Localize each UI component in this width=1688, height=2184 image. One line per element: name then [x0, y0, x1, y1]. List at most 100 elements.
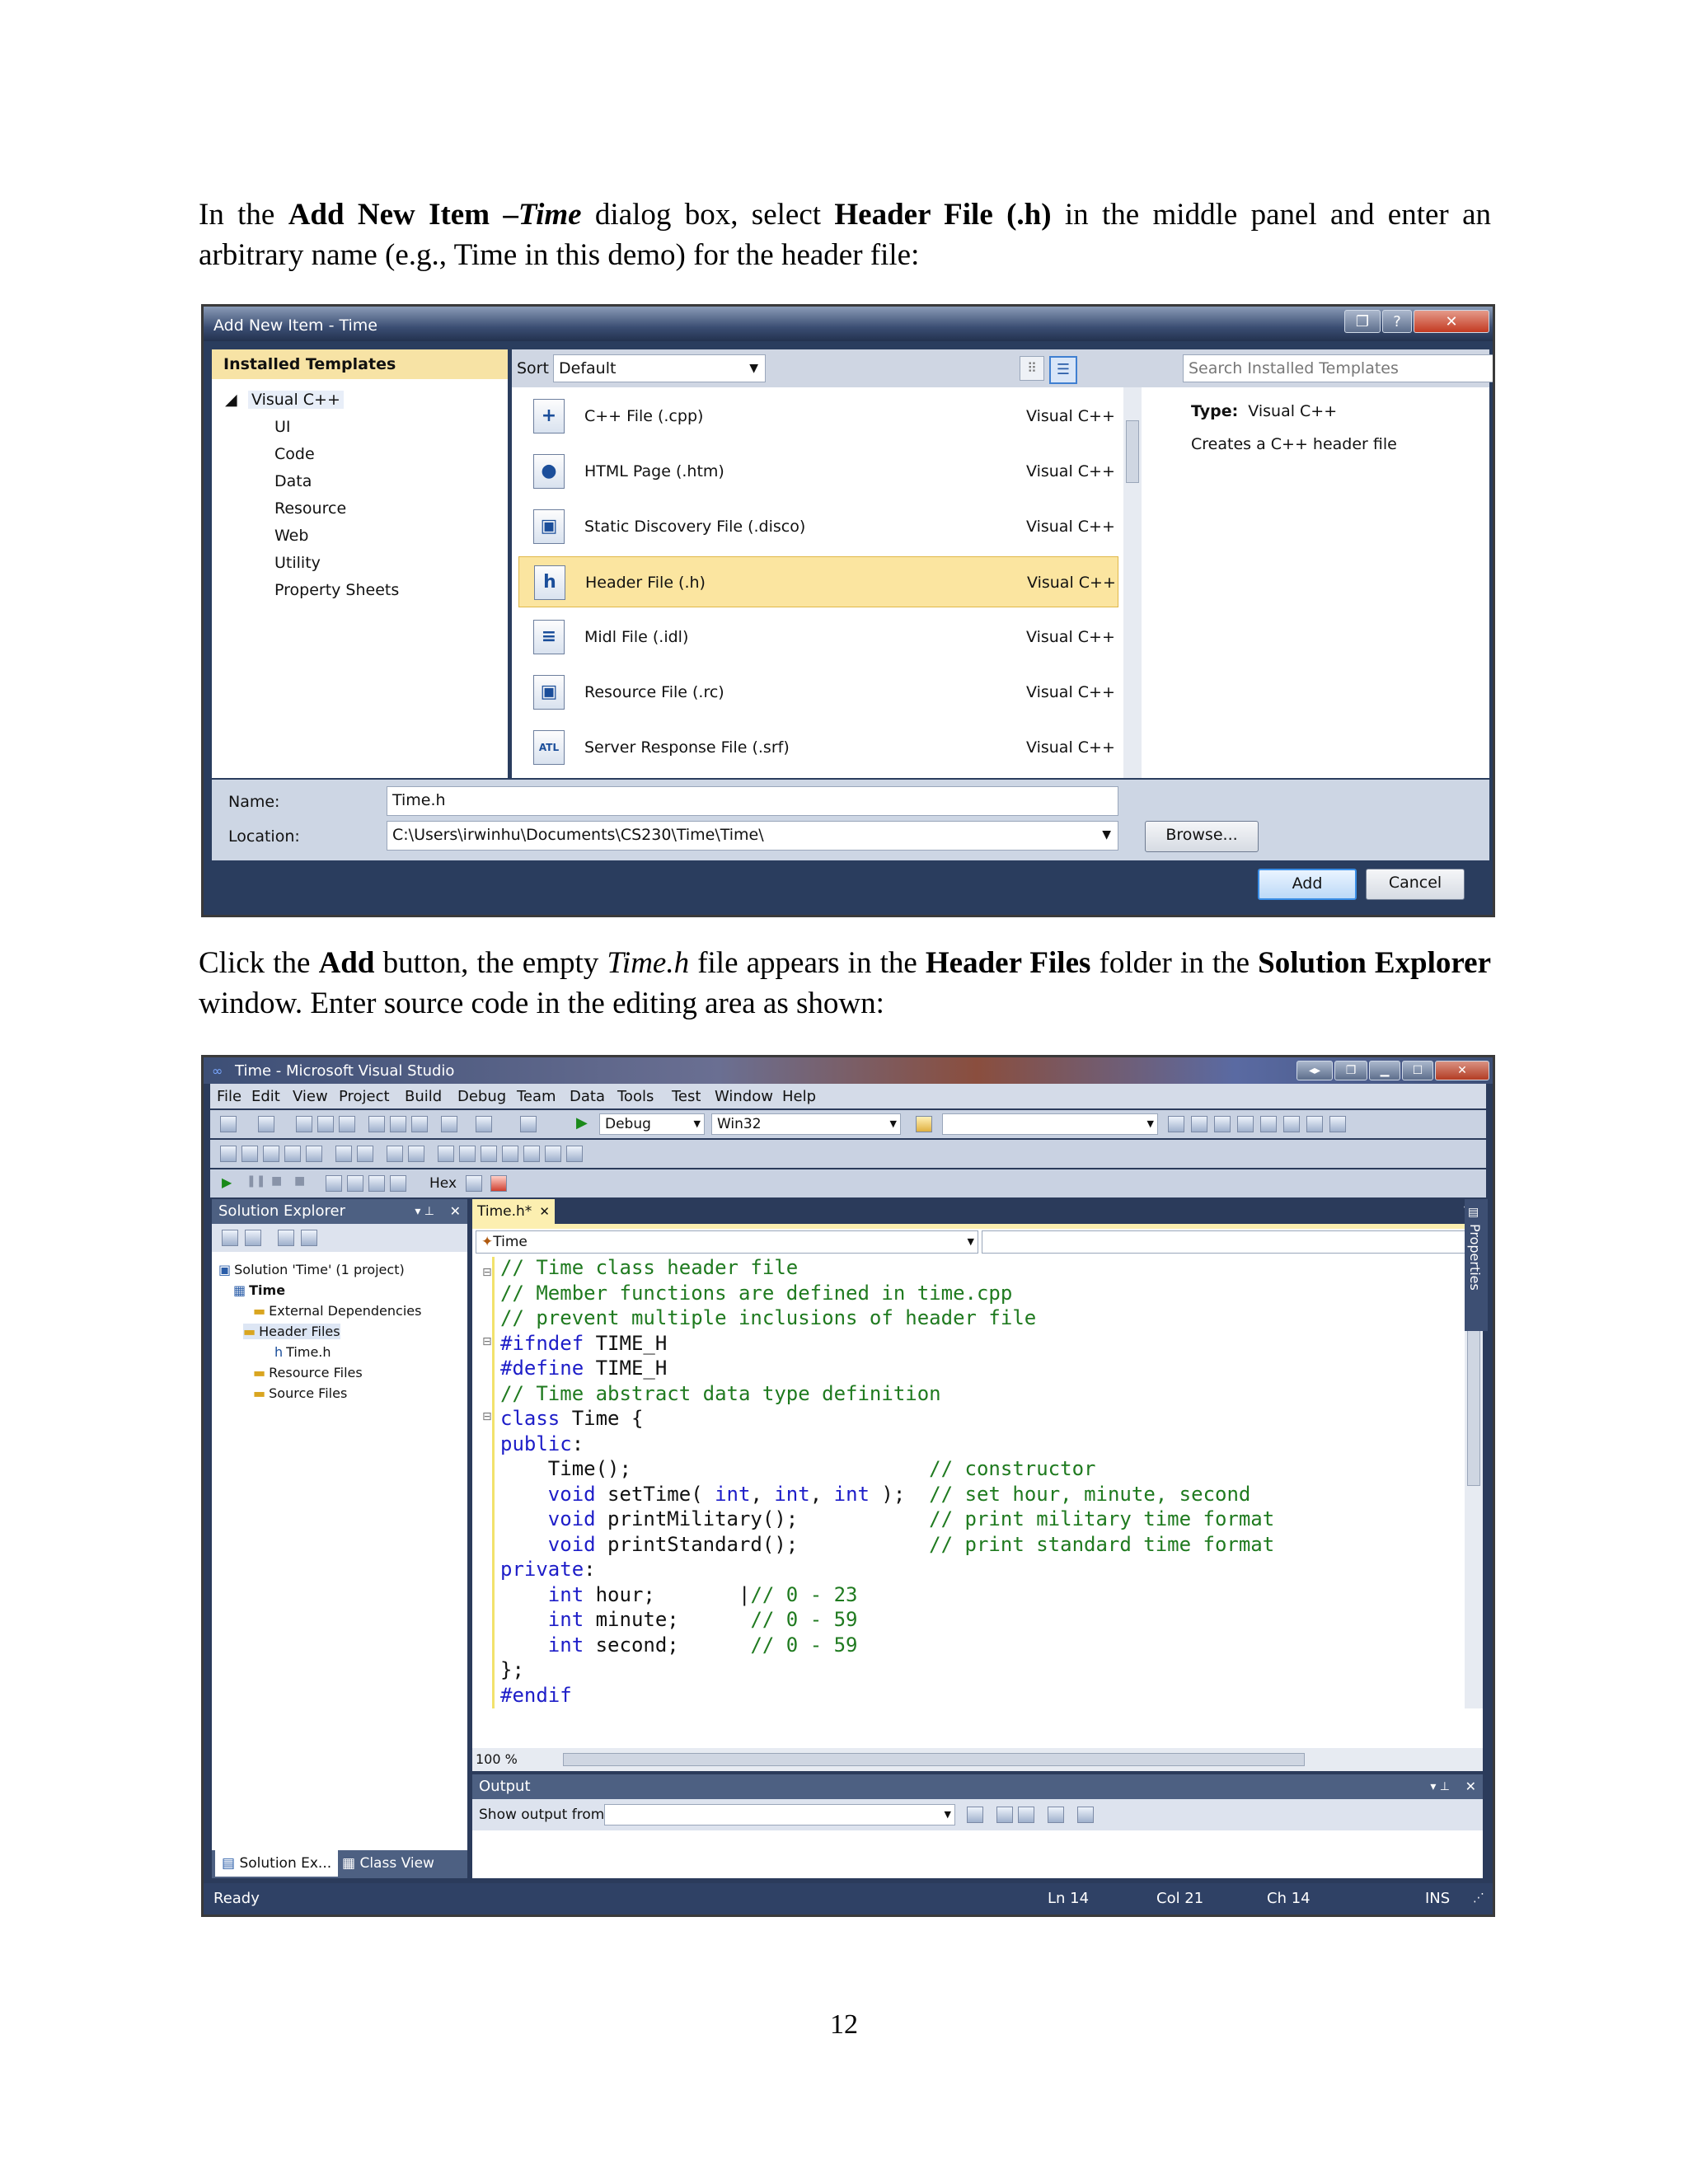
cut-icon[interactable] [368, 1116, 385, 1132]
clear-all-icon[interactable] [1048, 1807, 1064, 1823]
scrollbar-thumb[interactable] [1126, 420, 1139, 483]
output-window-icon[interactable] [490, 1175, 507, 1192]
tree-item-property-sheets[interactable]: Property Sheets [274, 581, 399, 599]
save-all-icon[interactable] [339, 1116, 355, 1132]
template-item[interactable]: ATL Server Response File (.srf) Visual C++ [518, 722, 1118, 773]
save-icon[interactable] [317, 1116, 334, 1132]
output-source-select[interactable]: ▼ [604, 1804, 955, 1825]
hex-button[interactable]: Hex [429, 1175, 457, 1192]
font-size-icon[interactable] [284, 1146, 301, 1162]
menu-test[interactable]: Test [672, 1088, 701, 1105]
close-icon[interactable]: ✕ [539, 1199, 550, 1224]
uncomment-icon[interactable] [408, 1146, 424, 1162]
pause-icon[interactable]: ❚❚ [246, 1174, 265, 1188]
menu-tools[interactable]: Tools [617, 1088, 654, 1105]
menu-project[interactable]: Project [339, 1088, 390, 1105]
class-diagram-icon[interactable] [301, 1230, 317, 1246]
small-icons-view-icon[interactable]: ⠿ [1020, 356, 1044, 381]
solution-tree-item[interactable]: ▣ Solution 'Time' (1 project) [218, 1262, 405, 1277]
word-wrap-icon[interactable] [1077, 1807, 1094, 1823]
tab-class-view[interactable]: ▦ Class View [335, 1850, 441, 1877]
stop-icon[interactable]: ■ [271, 1174, 282, 1188]
sort-by-select[interactable]: Default ▼ [553, 354, 766, 382]
tree-item-resource[interactable]: Resource [274, 499, 346, 518]
format-icon[interactable] [306, 1146, 322, 1162]
tree-item-data[interactable]: Data [274, 472, 312, 490]
solution-tree-item[interactable]: ▬ Resource Files [253, 1365, 363, 1380]
start-page-icon[interactable] [1306, 1116, 1323, 1132]
close-icon[interactable]: ✕ [1414, 310, 1489, 333]
navigate-icon[interactable] [520, 1116, 537, 1132]
template-item[interactable]: h Header File (.h) Visual C++ [518, 556, 1118, 607]
extension-manager-icon[interactable] [1283, 1116, 1300, 1132]
increase-indent-icon[interactable] [357, 1146, 373, 1162]
pin-icon[interactable]: ▾ ⊥ [415, 1199, 434, 1224]
tools-icon[interactable] [1260, 1116, 1277, 1132]
tree-expand-icon[interactable]: ◢ [225, 391, 237, 409]
zoom-level[interactable]: 100 % [476, 1751, 518, 1767]
resize-grip-icon[interactable]: ⋰ [1473, 1891, 1484, 1905]
location-field[interactable]: C:\Users\irwinhu\Documents\CS230\Time\Ti… [387, 821, 1118, 851]
undo-icon[interactable] [441, 1116, 457, 1132]
add-button[interactable]: Add [1258, 869, 1357, 900]
bookmark-icon[interactable] [438, 1146, 454, 1162]
tree-item-web[interactable]: Web [274, 527, 308, 545]
tree-item-visual-cpp[interactable]: Visual C++ [248, 391, 344, 409]
parameter-info-icon[interactable] [241, 1146, 258, 1162]
solution-tree-item[interactable]: ▬ Source Files [253, 1385, 347, 1401]
find-message-icon[interactable] [967, 1807, 983, 1823]
template-item[interactable]: + C++ File (.cpp) Visual C++ [518, 391, 1118, 442]
pin-icon[interactable]: ▾ ⊥ [1430, 1774, 1450, 1799]
copy-icon[interactable] [390, 1116, 406, 1132]
refresh-icon[interactable] [278, 1230, 294, 1246]
show-all-files-icon[interactable] [245, 1230, 261, 1246]
breakpoints-icon[interactable] [466, 1175, 482, 1192]
tree-item-ui[interactable]: UI [274, 418, 291, 436]
step-into-icon[interactable] [347, 1175, 363, 1192]
solution-tree-item[interactable]: h Time.h [274, 1344, 331, 1360]
prev-bookmark-folder-icon[interactable] [502, 1146, 518, 1162]
name-field[interactable]: Time.h [387, 786, 1118, 816]
next-bookmark-folder-icon[interactable] [523, 1146, 540, 1162]
platform-select[interactable]: Win32 ▼ [711, 1113, 901, 1135]
menu-build[interactable]: Build [405, 1088, 442, 1105]
outline-collapse-icon[interactable]: ⊟ [482, 1260, 492, 1286]
menu-data[interactable]: Data [570, 1088, 605, 1105]
arrows-icon[interactable]: ◂▸ [1296, 1061, 1333, 1080]
tree-item-utility[interactable]: Utility [274, 554, 321, 572]
template-item[interactable]: ▣ Static Discovery File (.disco) Visual C+… [518, 501, 1118, 552]
restart-icon[interactable]: ■ [294, 1174, 305, 1188]
find-combo[interactable]: ▼ [942, 1113, 1158, 1135]
menu-window[interactable]: Window [715, 1088, 773, 1105]
solution-tree-item[interactable]: ▬ External Dependencies [253, 1303, 421, 1319]
close-icon[interactable]: ✕ [1435, 1061, 1489, 1080]
tree-item-code[interactable]: Code [274, 445, 315, 463]
template-list-scrollbar[interactable] [1123, 387, 1142, 778]
member-nav-select[interactable]: ▼ [982, 1230, 1479, 1254]
close-icon[interactable]: ✕ [1465, 1774, 1476, 1799]
configuration-select[interactable]: Debug ▼ [599, 1113, 705, 1135]
solution-explorer-icon[interactable] [1168, 1116, 1184, 1132]
browse-button[interactable]: Browse... [1145, 821, 1259, 852]
search-input[interactable]: Search Installed Templates ⚲ [1183, 354, 1493, 382]
word-completion-icon[interactable] [263, 1146, 279, 1162]
restore-icon[interactable]: ❐ [1334, 1061, 1367, 1080]
clear-bookmarks-icon[interactable] [545, 1146, 561, 1162]
help-icon[interactable]: ? [1382, 310, 1412, 333]
properties-icon[interactable] [1191, 1116, 1207, 1132]
menu-help[interactable]: Help [782, 1088, 816, 1105]
go-to-previous-icon[interactable] [996, 1807, 1013, 1823]
restore-icon[interactable]: ❐ [1344, 310, 1381, 333]
menu-view[interactable]: View [293, 1088, 328, 1105]
solution-tree-item[interactable]: ▦ Time [233, 1282, 285, 1298]
next-bookmark-icon[interactable] [481, 1146, 497, 1162]
template-item[interactable]: ● HTML Page (.htm) Visual C++ [518, 446, 1118, 497]
paste-icon[interactable] [411, 1116, 428, 1132]
maximize-icon[interactable]: ☐ [1402, 1061, 1433, 1080]
go-to-next-icon[interactable] [1018, 1807, 1034, 1823]
class-nav-select[interactable]: ✦Time ▼ [476, 1230, 978, 1254]
menu-debug[interactable]: Debug [457, 1088, 506, 1105]
step-over-icon[interactable] [368, 1175, 385, 1192]
cancel-button[interactable]: Cancel [1366, 869, 1465, 900]
add-item-icon[interactable] [258, 1116, 274, 1132]
